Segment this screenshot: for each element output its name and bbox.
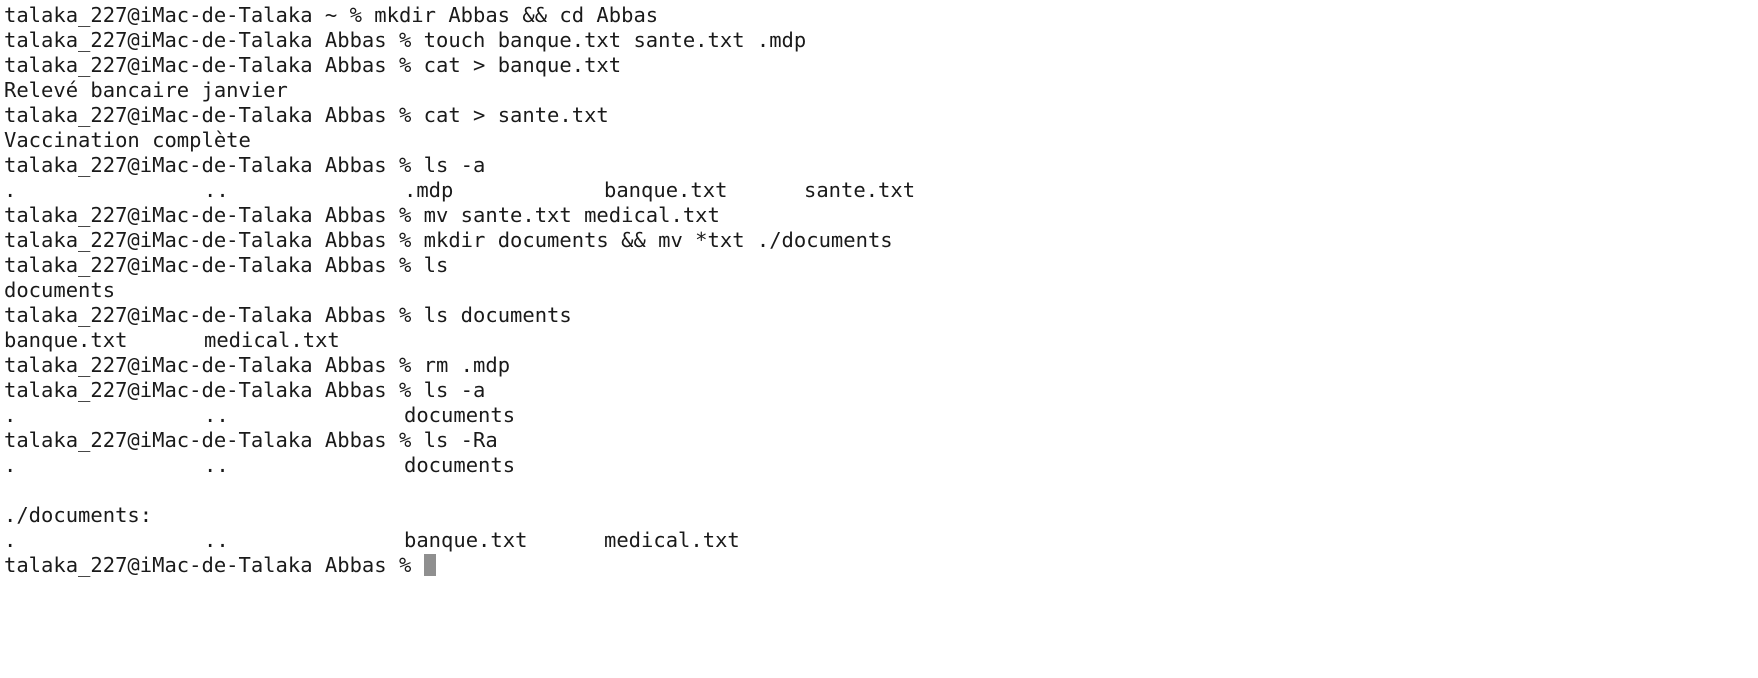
listing-output: ... documents	[4, 453, 1758, 478]
listing-entry: .	[4, 528, 17, 552]
listing-entry: medical.txt	[604, 528, 740, 552]
active-prompt-line: talaka_227@iMac-de-Talaka Abbas %	[4, 553, 1758, 578]
shell-prompt: talaka_227@iMac-de-Talaka Abbas %	[4, 53, 424, 77]
output-line: documents	[4, 278, 116, 302]
listing-entry: .mdp	[404, 178, 454, 202]
shell-prompt: talaka_227@iMac-de-Talaka Abbas %	[4, 378, 424, 402]
command-line: talaka_227@iMac-de-Talaka Abbas % mkdir …	[4, 228, 1758, 253]
command-line: talaka_227@iMac-de-Talaka Abbas % ls -a	[4, 153, 1758, 178]
listing-entry: documents	[404, 403, 516, 427]
command-text: ls	[423, 253, 449, 277]
terminal-window[interactable]: talaka_227@iMac-de-Talaka ~ % mkdir Abba…	[0, 0, 1758, 678]
command-line: talaka_227@iMac-de-Talaka Abbas % ls -a	[4, 378, 1758, 403]
listing-entry: .	[4, 178, 17, 202]
listing-entry: .	[4, 453, 17, 477]
output-line: Relevé bancaire janvier	[4, 78, 288, 102]
shell-prompt: talaka_227@iMac-de-Talaka Abbas %	[4, 353, 424, 377]
command-line: talaka_227@iMac-de-Talaka Abbas % touch …	[4, 28, 1758, 53]
command-text: touch banque.txt sante.txt .mdp	[423, 28, 807, 52]
shell-prompt: talaka_227@iMac-de-Talaka Abbas %	[4, 28, 424, 52]
listing-entry: banque.txt	[4, 328, 128, 352]
listing-entry: documents	[404, 453, 516, 477]
output-line: Vaccination complète	[4, 128, 251, 152]
command-text: mkdir documents && mv *txt ./documents	[423, 228, 893, 252]
shell-prompt: talaka_227@iMac-de-Talaka Abbas %	[4, 428, 424, 452]
command-line: talaka_227@iMac-de-Talaka Abbas % ls -Ra	[4, 428, 1758, 453]
listing-output: ... documents	[4, 403, 1758, 428]
command-text: ls -a	[423, 378, 486, 402]
command-line: talaka_227@iMac-de-Talaka Abbas % rm .md…	[4, 353, 1758, 378]
shell-prompt: talaka_227@iMac-de-Talaka Abbas %	[4, 228, 424, 252]
shell-prompt: talaka_227@iMac-de-Talaka ~ %	[4, 3, 375, 27]
listing-entry: .	[4, 403, 17, 427]
listing-entry: ..	[204, 403, 229, 427]
command-text: mv sante.txt medical.txt	[423, 203, 720, 227]
listing-entry: ..	[204, 453, 229, 477]
listing-entry: ..	[204, 178, 229, 202]
text-cursor	[423, 554, 436, 576]
command-line: talaka_227@iMac-de-Talaka Abbas % ls doc…	[4, 303, 1758, 328]
command-text: ls -Ra	[423, 428, 498, 452]
command-text: rm .mdp	[423, 353, 511, 377]
command-text: cat > banque.txt	[423, 53, 622, 77]
command-text: ls -a	[423, 153, 486, 177]
listing-entry: sante.txt	[804, 178, 916, 202]
command-text: cat > sante.txt	[423, 103, 609, 127]
listing-entry: banque.txt	[404, 528, 528, 552]
listing-entry: banque.txt	[604, 178, 728, 202]
command-line: talaka_227@iMac-de-Talaka Abbas % mv san…	[4, 203, 1758, 228]
output-line: ./documents:	[4, 503, 153, 527]
listing-output: ... banque.txt medical.txt	[4, 528, 1758, 553]
command-line: talaka_227@iMac-de-Talaka Abbas % cat > …	[4, 53, 1758, 78]
shell-prompt: talaka_227@iMac-de-Talaka Abbas %	[4, 203, 424, 227]
shell-prompt: talaka_227@iMac-de-Talaka Abbas %	[4, 553, 424, 577]
command-text: mkdir Abbas && cd Abbas	[374, 3, 659, 27]
command-line: talaka_227@iMac-de-Talaka Abbas % cat > …	[4, 103, 1758, 128]
command-text: ls documents	[423, 303, 572, 327]
listing-entry: ..	[204, 528, 229, 552]
listing-output: banque.txt medical.txt	[4, 328, 1758, 353]
shell-prompt: talaka_227@iMac-de-Talaka Abbas %	[4, 253, 424, 277]
shell-prompt: talaka_227@iMac-de-Talaka Abbas %	[4, 303, 424, 327]
command-line: talaka_227@iMac-de-Talaka Abbas % ls	[4, 253, 1758, 278]
listing-entry: medical.txt	[204, 328, 340, 352]
listing-output: ... .mdp banque.txt sante.txt	[4, 178, 1758, 203]
shell-prompt: talaka_227@iMac-de-Talaka Abbas %	[4, 153, 424, 177]
command-line: talaka_227@iMac-de-Talaka ~ % mkdir Abba…	[4, 3, 1758, 28]
shell-prompt: talaka_227@iMac-de-Talaka Abbas %	[4, 103, 424, 127]
